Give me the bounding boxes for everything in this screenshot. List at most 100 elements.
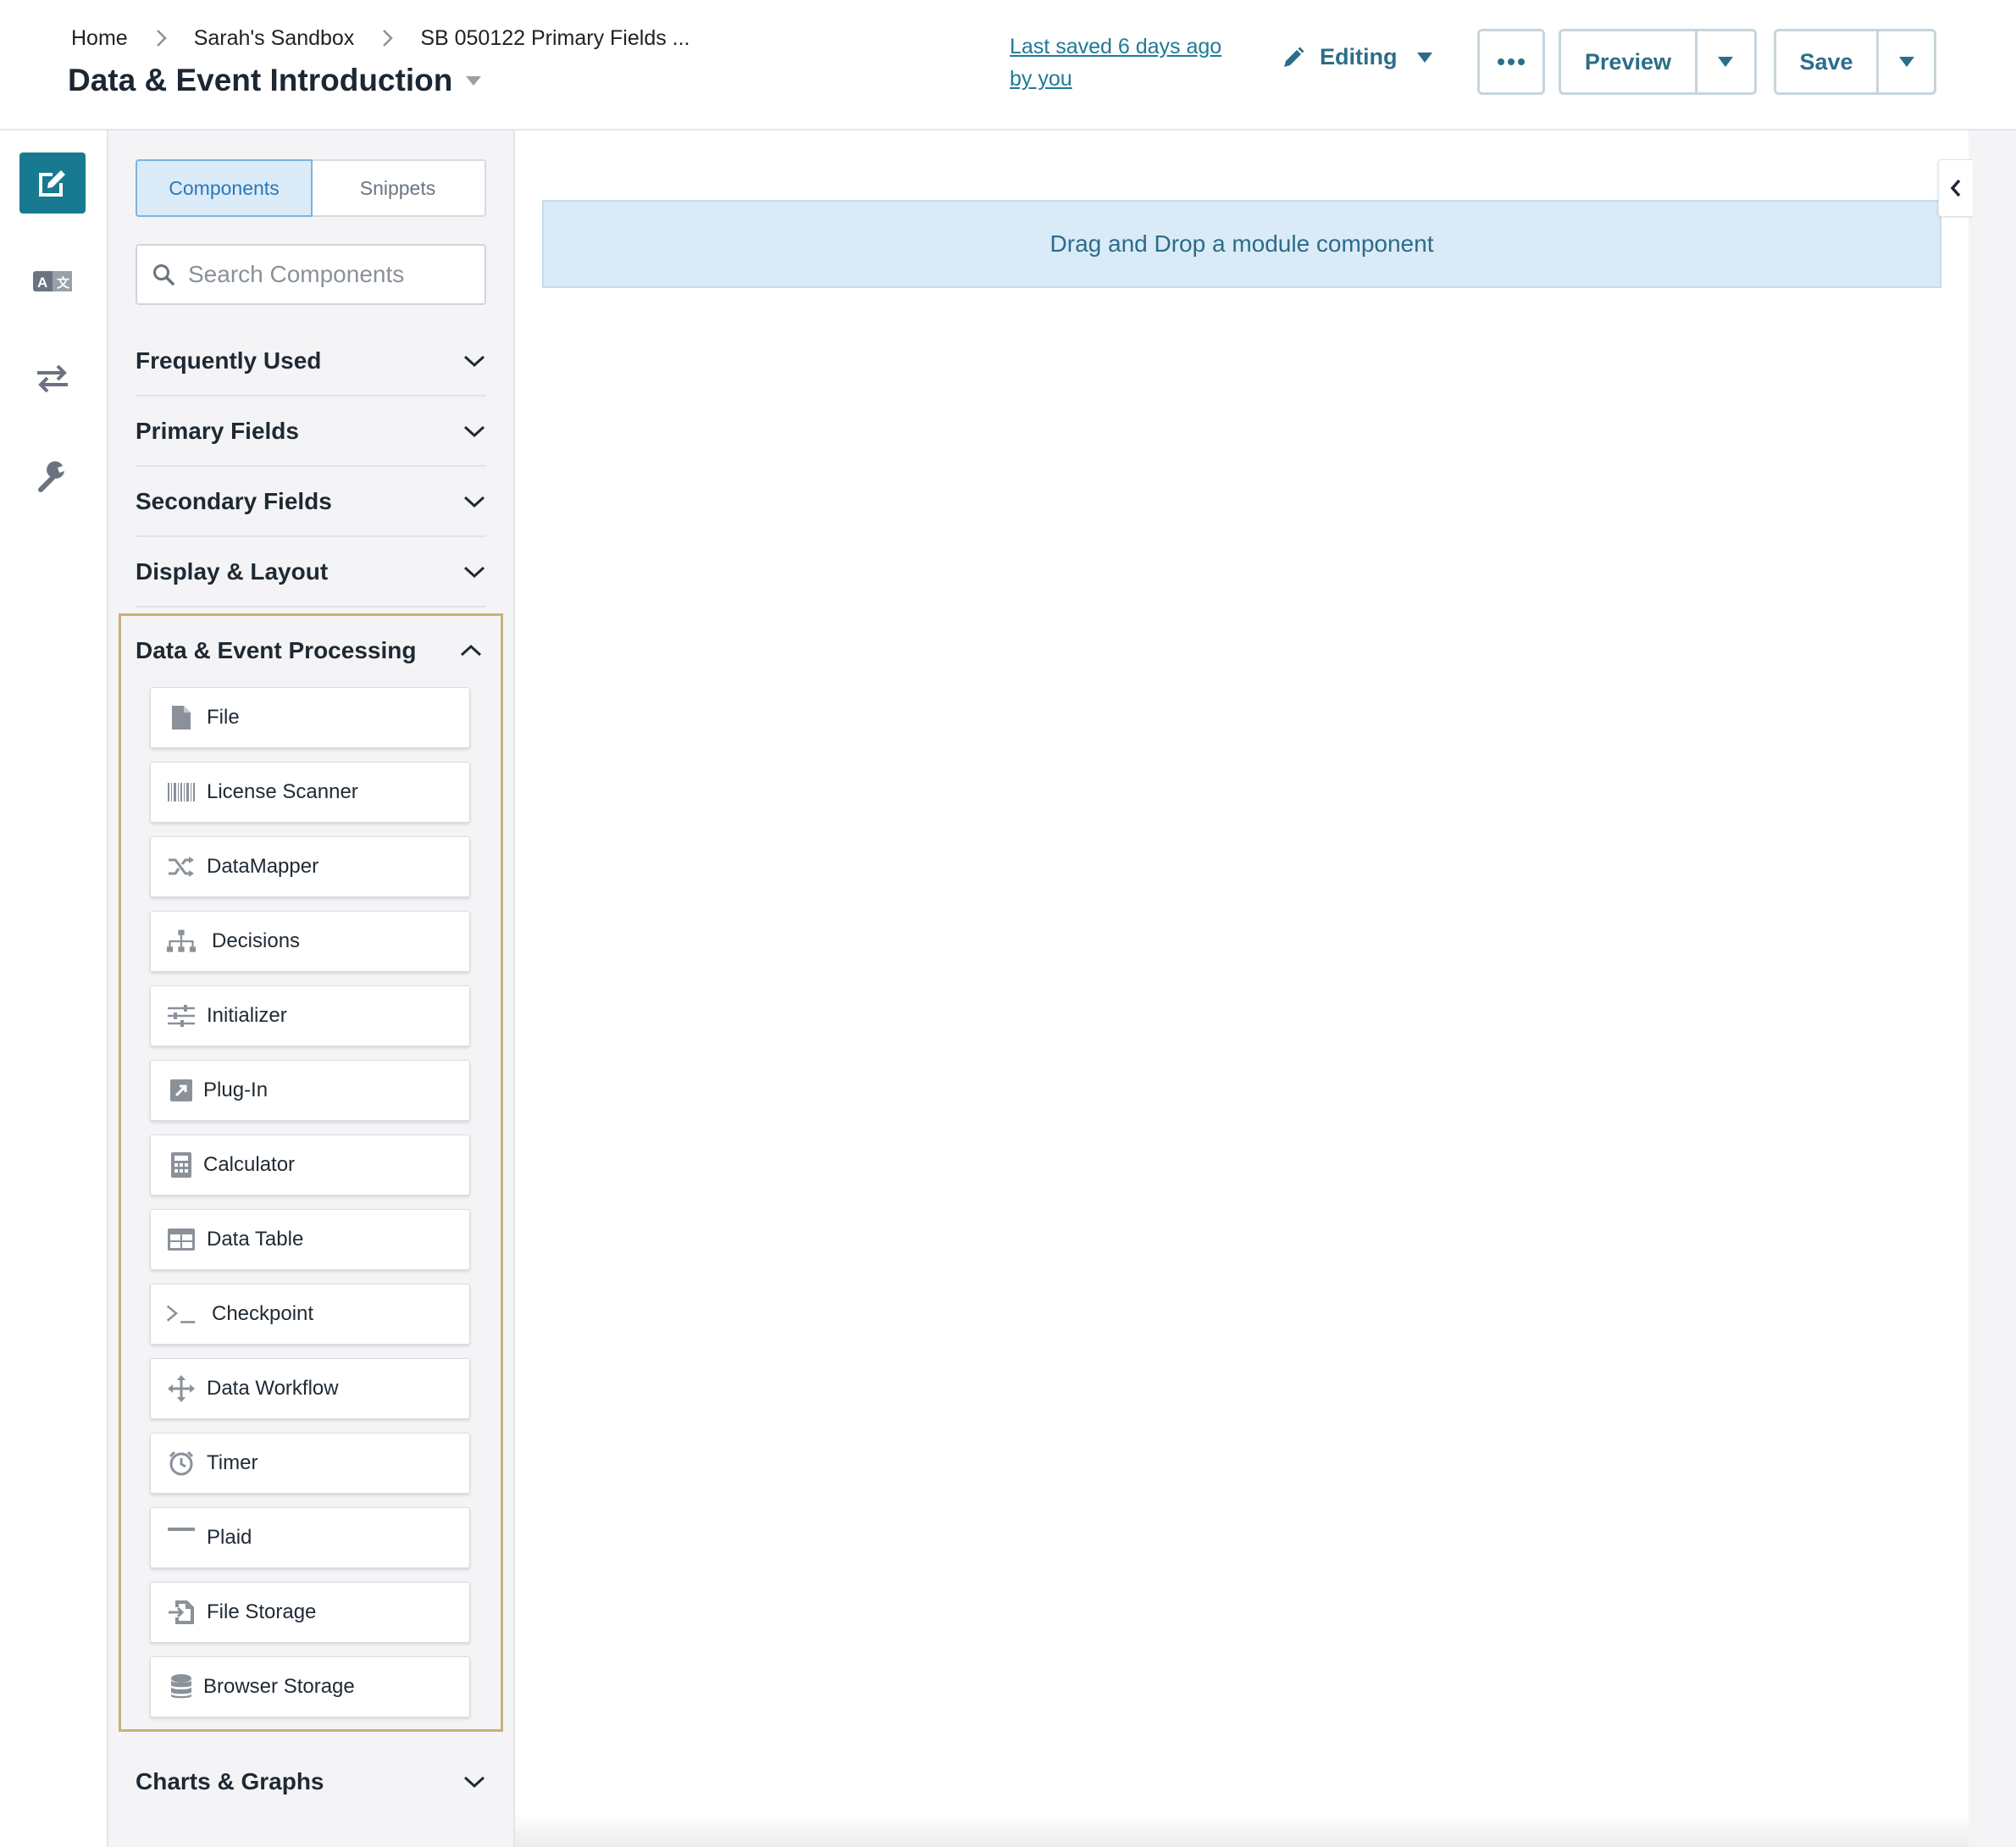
component-browser-storage[interactable]: Browser Storage <box>150 1656 470 1717</box>
calculator-icon <box>166 1150 197 1180</box>
tab-components[interactable]: Components <box>136 159 313 217</box>
component-datamapper[interactable]: DataMapper <box>150 836 470 897</box>
editing-mode-dropdown[interactable]: Editing <box>1281 44 1433 70</box>
top-header: Home Sarah's Sandbox SB 050122 Primary F… <box>0 0 2016 130</box>
rail-edit-button[interactable] <box>19 153 86 214</box>
wrench-icon <box>38 461 64 492</box>
breadcrumb-home[interactable]: Home <box>71 26 128 51</box>
canvas-bottom-shadow <box>515 1813 1969 1847</box>
section-header-data-event-processing[interactable]: Data & Event Processing <box>136 616 483 685</box>
component-label: Plug-In <box>203 1079 269 1101</box>
preview-button-group: Preview <box>1559 29 1757 95</box>
rail-translate-button[interactable]: A 文 <box>19 251 86 312</box>
component-calculator[interactable]: Calculator <box>150 1134 470 1195</box>
page-title-text: Data & Event Introduction <box>68 63 453 97</box>
editor-canvas[interactable]: Drag and Drop a module component <box>515 130 1969 1847</box>
search-icon <box>153 264 174 286</box>
arrows-move-icon <box>166 1373 197 1404</box>
chevron-down-icon <box>463 496 485 508</box>
edit-icon <box>39 170 65 197</box>
alarm-clock-icon <box>166 1448 197 1478</box>
plugin-icon <box>166 1075 197 1106</box>
rail-settings-button[interactable] <box>19 446 86 507</box>
component-file[interactable]: File <box>150 687 470 748</box>
chevron-down-icon <box>463 355 485 368</box>
chevron-right-icon <box>383 30 394 47</box>
right-gutter <box>1969 130 2016 1847</box>
breadcrumb: Home Sarah's Sandbox SB 050122 Primary F… <box>71 25 690 51</box>
component-plug-in[interactable]: Plug-In <box>150 1060 470 1121</box>
preview-dropdown-button[interactable] <box>1698 31 1754 92</box>
component-timer[interactable]: Timer <box>150 1433 470 1494</box>
section-secondary-fields[interactable]: Secondary Fields <box>136 468 486 537</box>
translate-icon: A 文 <box>33 271 72 291</box>
more-horizontal-icon <box>1498 58 1525 65</box>
component-plaid[interactable]: Plaid <box>150 1507 470 1568</box>
database-icon <box>166 1672 197 1702</box>
chevron-down-icon <box>463 1776 485 1789</box>
component-label: Decisions <box>212 929 301 952</box>
minus-icon <box>166 1523 197 1553</box>
section-label: Charts & Graphs <box>136 1768 324 1794</box>
section-display-layout[interactable]: Display & Layout <box>136 538 486 607</box>
file-icon <box>166 702 197 733</box>
left-rail: A 文 <box>0 130 108 1847</box>
component-checkpoint[interactable]: Checkpoint <box>150 1284 470 1345</box>
caret-down-icon <box>466 75 482 86</box>
component-label: DataMapper <box>207 855 319 878</box>
section-label: Secondary Fields <box>136 488 332 514</box>
caret-down-icon <box>1718 57 1734 67</box>
search-box <box>136 244 486 305</box>
panel-tabs: Components Snippets <box>136 159 486 217</box>
component-decisions[interactable]: Decisions <box>150 911 470 972</box>
section-charts-graphs[interactable]: Charts & Graphs <box>136 1747 486 1816</box>
component-file-storage[interactable]: File Storage <box>150 1582 470 1643</box>
last-saved-link[interactable]: Last saved 6 days ago by you <box>1010 31 1238 95</box>
section-label: Data & Event Processing <box>136 637 417 663</box>
chevron-left-icon <box>1950 179 1961 197</box>
section-label: Display & Layout <box>136 558 329 585</box>
page-title[interactable]: Data & Event Introduction <box>68 63 482 98</box>
pencil-icon <box>1284 47 1304 67</box>
section-frequently-used[interactable]: Frequently Used <box>136 327 486 397</box>
component-data-workflow[interactable]: Data Workflow <box>150 1358 470 1419</box>
component-label: Calculator <box>203 1153 296 1176</box>
section-primary-fields[interactable]: Primary Fields <box>136 397 486 467</box>
breadcrumb-current[interactable]: SB 050122 Primary Fields ... <box>420 26 690 51</box>
breadcrumb-sandbox[interactable]: Sarah's Sandbox <box>194 26 355 51</box>
save-button-group: Save <box>1774 29 1936 95</box>
chevron-right-icon <box>156 30 167 47</box>
component-initializer[interactable]: Initializer <box>150 985 470 1046</box>
module-dropzone[interactable]: Drag and Drop a module component <box>542 200 1941 288</box>
component-label: Browser Storage <box>203 1675 355 1698</box>
collapse-panel-button[interactable] <box>1938 159 1973 217</box>
chevron-down-icon <box>463 566 485 579</box>
tab-snippets[interactable]: Snippets <box>311 161 485 215</box>
svg-text:文: 文 <box>57 275 70 291</box>
shuffle-icon <box>166 851 197 882</box>
component-label: Data Workflow <box>207 1377 339 1400</box>
rail-transfer-button[interactable] <box>19 347 86 408</box>
barcode-icon <box>166 777 197 807</box>
component-label: Plaid <box>207 1526 252 1549</box>
preview-button[interactable]: Preview <box>1561 31 1698 92</box>
save-dropdown-button[interactable] <box>1879 31 1934 92</box>
component-label: Checkpoint <box>212 1302 314 1325</box>
table-icon <box>166 1224 197 1255</box>
component-label: File Storage <box>207 1600 317 1623</box>
component-label: File <box>207 706 240 729</box>
components-panel: Components Snippets Frequently Used Prim… <box>108 130 515 1847</box>
component-data-table[interactable]: Data Table <box>150 1209 470 1270</box>
component-label: Initializer <box>207 1004 287 1027</box>
chevron-down-icon <box>463 425 485 438</box>
transfer-icon <box>37 364 68 393</box>
component-license-scanner[interactable]: License Scanner <box>150 762 470 823</box>
sitemap-icon <box>166 926 197 957</box>
component-label: License Scanner <box>207 780 358 803</box>
search-input[interactable] <box>186 260 478 289</box>
terminal-icon <box>166 1299 197 1329</box>
more-options-button[interactable] <box>1477 29 1545 95</box>
save-button[interactable]: Save <box>1776 31 1880 92</box>
editing-label: Editing <box>1320 44 1398 69</box>
sliders-icon <box>166 1001 197 1031</box>
